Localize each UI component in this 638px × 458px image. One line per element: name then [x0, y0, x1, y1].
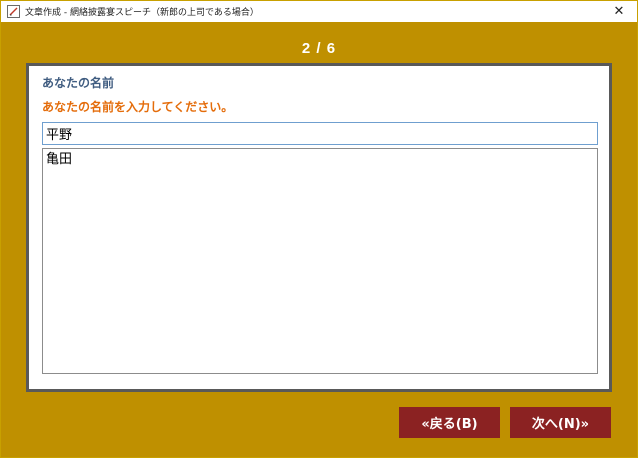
document-edit-icon: [7, 5, 20, 18]
instruction-text: あなたの名前を入力してください。: [42, 100, 234, 114]
name-suggestion-list[interactable]: 亀田: [42, 148, 598, 374]
next-button[interactable]: 次へ(N)»: [510, 407, 611, 438]
wizard-area: 2 / 6 あなたの名前 あなたの名前を入力してください。 亀田 «戻る(B) …: [1, 22, 637, 457]
close-icon[interactable]: ✕: [601, 1, 637, 22]
name-input[interactable]: [42, 122, 598, 145]
input-panel: あなたの名前 あなたの名前を入力してください。 亀田: [26, 63, 612, 392]
title-bar: 文章作成 - 網絡披露宴スピーチ（新郎の上司である場合） ✕: [1, 1, 637, 22]
list-item[interactable]: 亀田: [46, 151, 594, 168]
back-button[interactable]: «戻る(B): [399, 407, 500, 438]
app-window: 文章作成 - 網絡披露宴スピーチ（新郎の上司である場合） ✕ 2 / 6 あなた…: [0, 0, 638, 458]
window-title: 文章作成 - 網絡披露宴スピーチ（新郎の上司である場合）: [25, 8, 259, 18]
section-title: あなたの名前: [42, 76, 115, 90]
page-counter: 2 / 6: [301, 40, 337, 57]
